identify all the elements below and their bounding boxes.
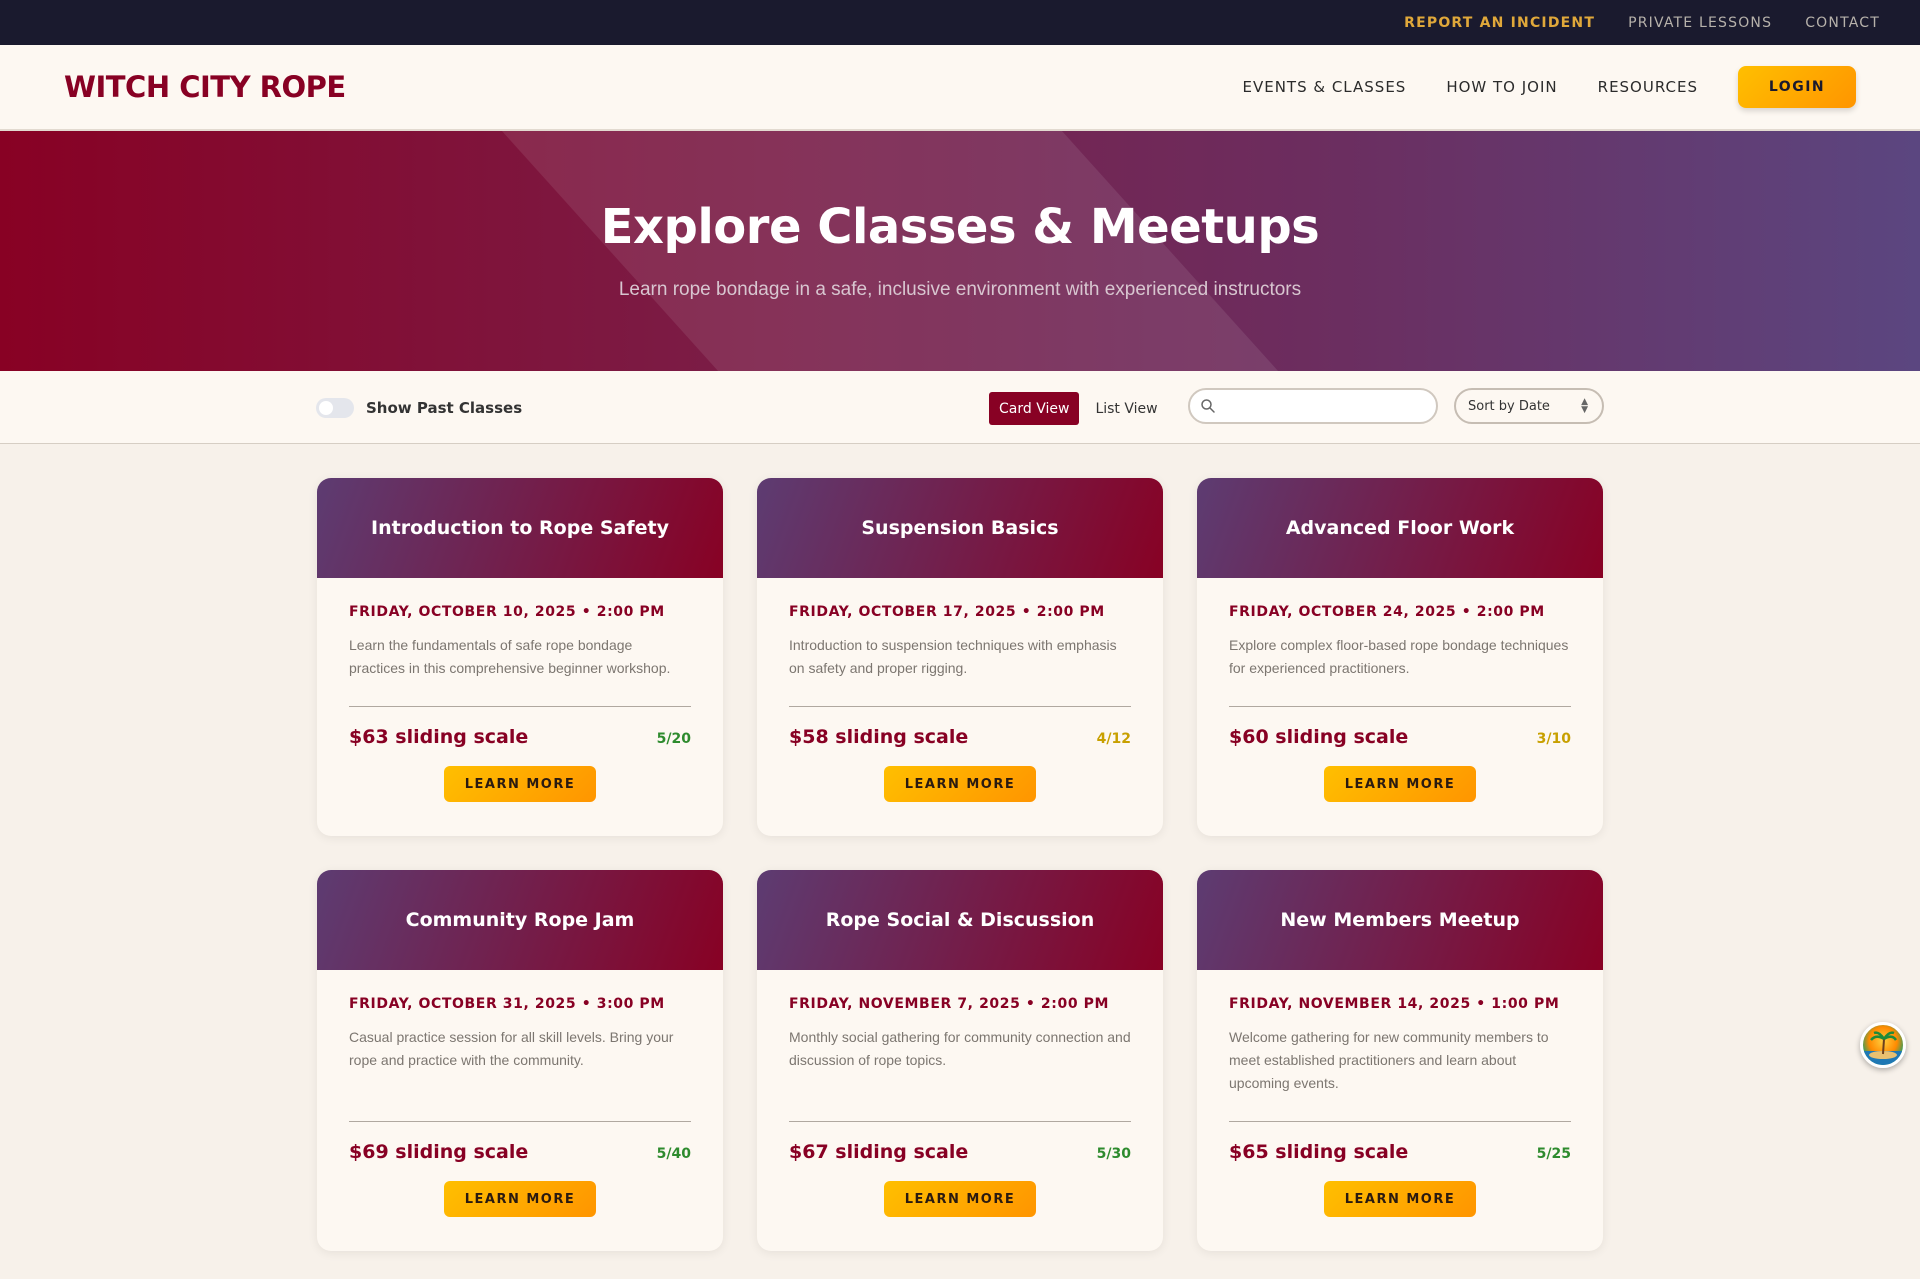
site-logo[interactable]: WITCH CITY ROPE — [64, 70, 346, 104]
event-card-price: $65 sliding scale — [1229, 1141, 1409, 1163]
event-card-capacity: 5/40 — [656, 1146, 691, 1162]
event-card-date: FRIDAY, OCTOBER 24, 2025 • 2:00 PM — [1229, 604, 1545, 620]
event-card-date: FRIDAY, OCTOBER 17, 2025 • 2:00 PM — [789, 604, 1105, 620]
search-icon — [1201, 399, 1215, 413]
event-card-title[interactable]: Suspension Basics — [757, 478, 1163, 578]
search-input[interactable] — [1224, 394, 1424, 418]
event-card-date: FRIDAY, OCTOBER 31, 2025 • 3:00 PM — [349, 996, 665, 1012]
event-card-capacity: 5/20 — [656, 731, 691, 747]
learn-more-button[interactable]: LEARN MORE — [884, 766, 1036, 802]
utility-bar: REPORT AN INCIDENT PRIVATE LESSONS CONTA… — [0, 0, 1920, 45]
event-card-title[interactable]: Advanced Floor Work — [1197, 478, 1603, 578]
event-card-title[interactable]: Community Rope Jam — [317, 870, 723, 970]
site-header: WITCH CITY ROPE EVENTS & CLASSES HOW TO … — [0, 45, 1920, 131]
main-nav: EVENTS & CLASSES HOW TO JOIN RESOURCES L… — [1242, 66, 1856, 108]
show-past-classes-toggle[interactable] — [316, 398, 354, 418]
event-card-price: $60 sliding scale — [1229, 726, 1409, 748]
event-card-description: Explore complex floor-based rope bondage… — [1229, 637, 1569, 676]
event-card-title[interactable]: New Members Meetup — [1197, 870, 1603, 970]
event-card-date: FRIDAY, OCTOBER 10, 2025 • 2:00 PM — [349, 604, 665, 620]
event-card-description: Learn the fundamentals of safe rope bond… — [349, 637, 671, 676]
hero-banner: Explore Classes & Meetups Learn rope bon… — [0, 131, 1920, 371]
event-card-capacity: 5/30 — [1096, 1146, 1131, 1162]
event-card-date: FRIDAY, NOVEMBER 7, 2025 • 2:00 PM — [789, 996, 1110, 1012]
nav-resources[interactable]: RESOURCES — [1598, 78, 1698, 96]
search-box[interactable] — [1188, 388, 1438, 424]
palm-tree-icon — [1863, 1031, 1903, 1065]
learn-more-button[interactable]: LEARN MORE — [444, 1181, 596, 1217]
chevron-updown-icon: ▲ ▼ — [1581, 397, 1588, 415]
event-card: Advanced Floor Work FRIDAY, OCTOBER 24, … — [1197, 478, 1603, 836]
avatar[interactable] — [1860, 1022, 1906, 1068]
event-card-price: $67 sliding scale — [789, 1141, 969, 1163]
event-card-description: Welcome gathering for new community memb… — [1229, 1029, 1549, 1091]
event-card-date: FRIDAY, NOVEMBER 14, 2025 • 1:00 PM — [1229, 996, 1560, 1012]
event-card-price: $63 sliding scale — [349, 726, 529, 748]
contact-link[interactable]: CONTACT — [1805, 15, 1880, 31]
event-card: Rope Social & Discussion FRIDAY, NOVEMBE… — [757, 870, 1163, 1251]
event-card: New Members Meetup FRIDAY, NOVEMBER 14, … — [1197, 870, 1603, 1251]
login-button[interactable]: LOGIN — [1738, 66, 1856, 108]
event-card-title[interactable]: Introduction to Rope Safety — [317, 478, 723, 578]
event-card-price: $69 sliding scale — [349, 1141, 529, 1163]
learn-more-button[interactable]: LEARN MORE — [444, 766, 596, 802]
event-card-description: Monthly social gathering for community c… — [789, 1029, 1131, 1068]
event-card-grid: Introduction to Rope Safety FRIDAY, OCTO… — [317, 478, 1603, 1251]
learn-more-button[interactable]: LEARN MORE — [1324, 1181, 1476, 1217]
event-card: Introduction to Rope Safety FRIDAY, OCTO… — [317, 478, 723, 836]
report-incident-link[interactable]: REPORT AN INCIDENT — [1404, 15, 1595, 31]
page-title: Explore Classes & Meetups — [600, 199, 1320, 255]
event-card: Community Rope Jam FRIDAY, OCTOBER 31, 2… — [317, 870, 723, 1251]
learn-more-button[interactable]: LEARN MORE — [1324, 766, 1476, 802]
event-card-description: Introduction to suspension techniques wi… — [789, 637, 1117, 676]
filter-bar: Show Past Classes Card View List View So… — [0, 371, 1920, 444]
learn-more-button[interactable]: LEARN MORE — [884, 1181, 1036, 1217]
card-view-button[interactable]: Card View — [989, 392, 1080, 425]
show-past-classes-label: Show Past Classes — [366, 399, 523, 417]
event-card-price: $58 sliding scale — [789, 726, 969, 748]
sort-select[interactable]: Sort by Date ▲ ▼ — [1454, 388, 1604, 424]
view-switch: Card View List View — [989, 392, 1168, 425]
event-card: Suspension Basics FRIDAY, OCTOBER 17, 20… — [757, 478, 1163, 836]
nav-how-to-join[interactable]: HOW TO JOIN — [1446, 78, 1557, 96]
event-card-capacity: 5/25 — [1536, 1146, 1571, 1162]
list-view-button[interactable]: List View — [1085, 392, 1167, 425]
event-card-description: Casual practice session for all skill le… — [349, 1029, 674, 1068]
page-subtitle: Learn rope bondage in a safe, inclusive … — [618, 279, 1302, 300]
toggle-knob — [319, 401, 333, 415]
event-card-title[interactable]: Rope Social & Discussion — [757, 870, 1163, 970]
private-lessons-link[interactable]: PRIVATE LESSONS — [1628, 15, 1772, 31]
event-card-capacity: 3/10 — [1536, 731, 1571, 747]
nav-events-classes[interactable]: EVENTS & CLASSES — [1242, 78, 1406, 96]
event-card-capacity: 4/12 — [1096, 731, 1131, 747]
sort-select-value: Sort by Date — [1468, 398, 1550, 414]
